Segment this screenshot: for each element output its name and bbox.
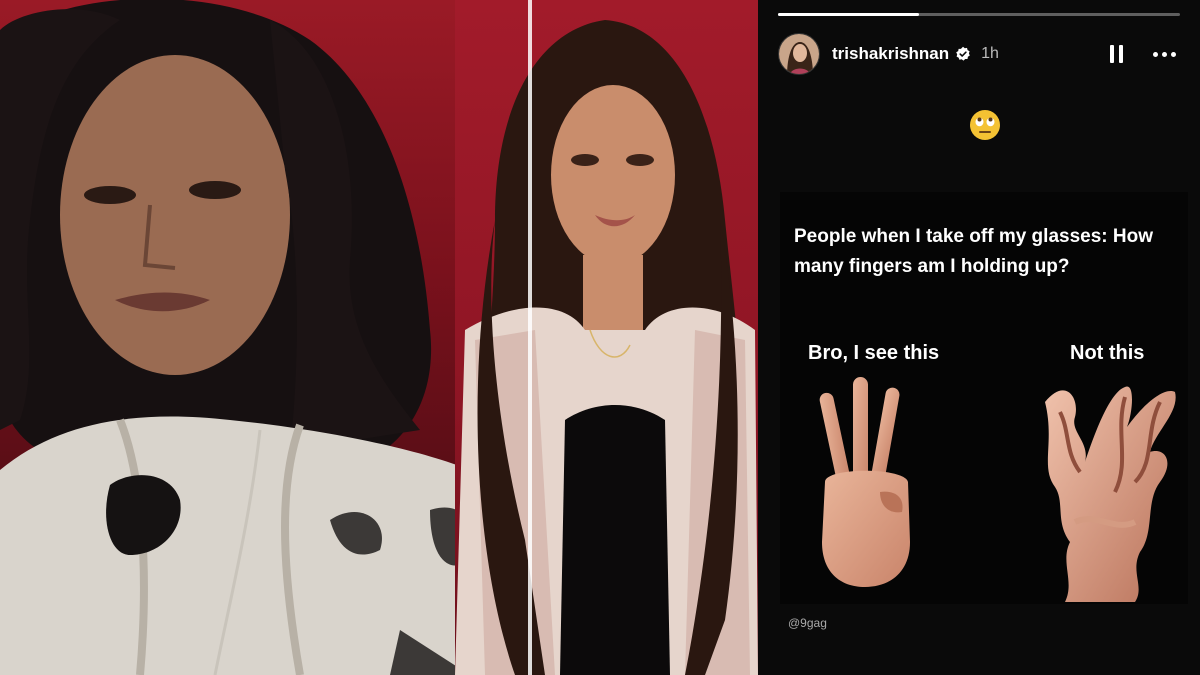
story-username[interactable]: trishakrishnan	[832, 44, 949, 64]
story-progress-fill	[778, 13, 919, 16]
story-header: trishakrishnan 1h	[778, 32, 1180, 76]
verified-badge-icon	[956, 46, 970, 61]
photo-woman-hoodie	[0, 0, 530, 675]
instagram-story: trishakrishnan 1h People when I take off…	[758, 0, 1200, 675]
photo-woman-long-hair	[455, 0, 758, 675]
reshared-post[interactable]: People when I take off my glasses: How m…	[780, 192, 1188, 604]
photo-divider	[528, 0, 532, 675]
more-icon[interactable]	[1148, 40, 1180, 68]
pause-icon[interactable]	[1102, 40, 1130, 68]
eye-roll-emoji	[970, 110, 1000, 140]
photo-collage	[0, 0, 758, 675]
distorted-hand-image	[1045, 386, 1176, 602]
post-caption: People when I take off my glasses: How m…	[794, 226, 1153, 277]
post-credit: @9gag	[788, 616, 827, 630]
profile-avatar[interactable]	[778, 33, 820, 75]
story-progress-bar	[778, 13, 1180, 16]
label-clear-hand: Bro, I see this	[808, 342, 940, 364]
label-blurry-hand: Not this	[1070, 342, 1145, 364]
story-timestamp: 1h	[981, 45, 999, 62]
three-fingers-hand-image	[819, 377, 910, 587]
